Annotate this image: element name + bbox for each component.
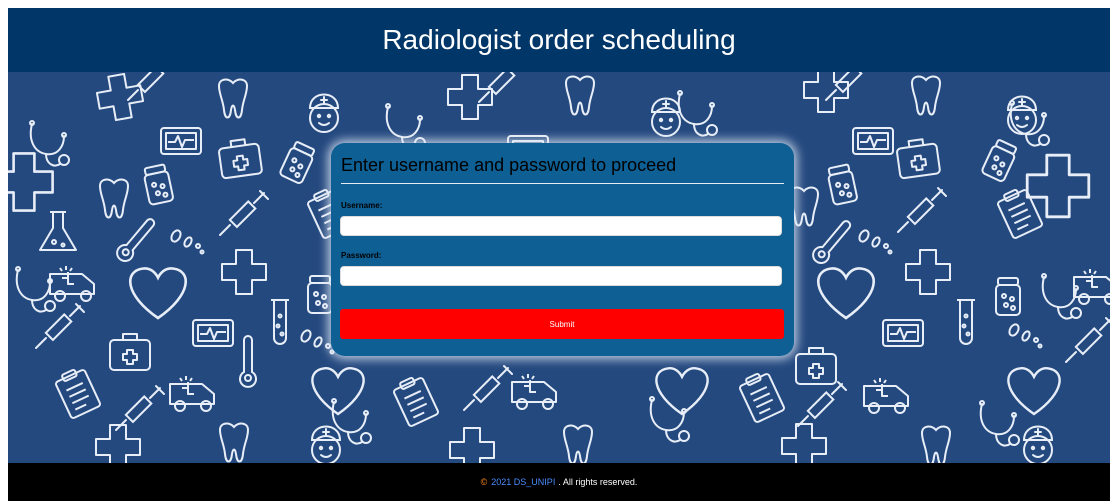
login-card: Enter username and password to proceed U…: [331, 143, 794, 356]
page-header: Radiologist order scheduling: [8, 8, 1110, 72]
rights-text: . All rights reserved.: [558, 477, 638, 487]
submit-button[interactable]: Submit: [340, 309, 784, 339]
org-link[interactable]: 2021 DS_UNIPI: [491, 477, 555, 487]
page-footer: © 2021 DS_UNIPI . All rights reserved.: [8, 463, 1110, 501]
heading-divider: [341, 183, 784, 184]
login-heading: Enter username and password to proceed: [341, 155, 677, 175]
page-frame: Radiologist order scheduling Enter usern…: [8, 8, 1110, 501]
username-input[interactable]: [340, 216, 782, 236]
password-input[interactable]: [340, 266, 782, 286]
username-label: Username:: [341, 201, 383, 210]
copyright-icon: ©: [480, 477, 488, 487]
flask-icon: [39, 211, 77, 251]
password-label: Password:: [341, 251, 382, 260]
page-title: Radiologist order scheduling: [382, 24, 736, 55]
